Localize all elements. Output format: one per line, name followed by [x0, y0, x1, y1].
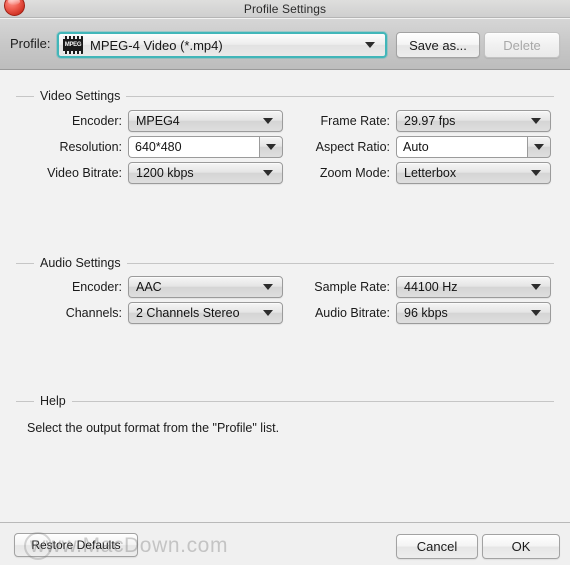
- video-bitrate-select[interactable]: 1200 kbps: [128, 162, 283, 184]
- sample-rate-value: 44100 Hz: [404, 280, 458, 294]
- audio-channels-label: Channels:: [65, 306, 122, 320]
- group-rule: [16, 401, 554, 402]
- profile-label: Profile:: [10, 36, 51, 51]
- mpeg-icon-label: MPEG: [64, 42, 82, 48]
- chevron-down-icon: [263, 118, 273, 124]
- profile-settings-window: Profile Settings Profile: MPEG MPEG-4 Vi…: [0, 0, 570, 565]
- audio-encoder-value: AAC: [136, 280, 162, 294]
- chevron-down-icon: [263, 284, 273, 290]
- video-encoder-label: Encoder:: [71, 114, 122, 128]
- aspect-ratio-combo[interactable]: Auto: [396, 136, 551, 158]
- chevron-down-icon: [531, 170, 541, 176]
- profile-select[interactable]: MPEG MPEG-4 Video (*.mp4): [57, 32, 387, 58]
- window-title: Profile Settings: [243, 2, 327, 16]
- aspect-ratio-label: Aspect Ratio:: [315, 140, 390, 154]
- sample-rate-select[interactable]: 44100 Hz: [396, 276, 551, 298]
- video-resolution-label: Resolution:: [59, 140, 122, 154]
- video-bitrate-label: Video Bitrate:: [47, 166, 122, 180]
- help-header: Help: [16, 393, 554, 409]
- video-settings-title: Video Settings: [34, 88, 127, 104]
- help-text: Select the output format from the "Profi…: [27, 421, 280, 435]
- audio-settings-header: Audio Settings: [16, 255, 554, 271]
- aspect-ratio-input[interactable]: Auto: [396, 136, 527, 158]
- video-encoder-value: MPEG4: [136, 114, 180, 128]
- audio-settings-group: Audio Settings: [16, 255, 554, 271]
- chevron-down-icon: [263, 170, 273, 176]
- chevron-down-icon: [365, 42, 375, 48]
- video-resolution-combo[interactable]: 640*480: [128, 136, 283, 158]
- chevron-down-icon: [263, 310, 273, 316]
- window-titlebar: Profile Settings: [0, 0, 570, 18]
- audio-encoder-label: Encoder:: [71, 280, 122, 294]
- chevron-down-icon: [531, 284, 541, 290]
- audio-bitrate-label: Audio Bitrate:: [314, 306, 390, 320]
- audio-channels-value: 2 Channels Stereo: [136, 306, 240, 320]
- delete-button: Delete: [484, 32, 560, 58]
- video-settings-header: Video Settings: [16, 88, 554, 104]
- video-encoder-select[interactable]: MPEG4: [128, 110, 283, 132]
- mpeg-video-file-icon: MPEG: [63, 36, 83, 54]
- frame-rate-value: 29.97 fps: [404, 114, 456, 128]
- zoom-mode-label: Zoom Mode:: [319, 166, 390, 180]
- ok-button[interactable]: OK: [482, 534, 560, 559]
- audio-bitrate-value: 96 kbps: [404, 306, 448, 320]
- restore-defaults-button[interactable]: Restore Defaults: [14, 533, 138, 557]
- profile-select-value: MPEG-4 Video (*.mp4): [90, 37, 223, 53]
- help-title: Help: [34, 393, 72, 409]
- audio-encoder-select[interactable]: AAC: [128, 276, 283, 298]
- frame-rate-label: Frame Rate:: [320, 114, 390, 128]
- frame-rate-select[interactable]: 29.97 fps: [396, 110, 551, 132]
- video-resolution-input[interactable]: 640*480: [128, 136, 259, 158]
- audio-channels-select[interactable]: 2 Channels Stereo: [128, 302, 283, 324]
- cancel-button[interactable]: Cancel: [396, 534, 478, 559]
- zoom-mode-value: Letterbox: [404, 166, 457, 180]
- audio-settings-title: Audio Settings: [34, 255, 127, 271]
- save-as-button[interactable]: Save as...: [396, 32, 480, 58]
- chevron-down-icon: [531, 310, 541, 316]
- video-resolution-dropdown-button[interactable]: [259, 136, 283, 158]
- help-group: Help: [16, 393, 554, 409]
- video-bitrate-value: 1200 kbps: [136, 166, 194, 180]
- aspect-ratio-dropdown-button[interactable]: [527, 136, 551, 158]
- sample-rate-label: Sample Rate:: [314, 280, 390, 294]
- chevron-down-icon: [531, 118, 541, 124]
- video-settings-group: Video Settings: [16, 88, 554, 104]
- zoom-mode-select[interactable]: Letterbox: [396, 162, 551, 184]
- audio-bitrate-select[interactable]: 96 kbps: [396, 302, 551, 324]
